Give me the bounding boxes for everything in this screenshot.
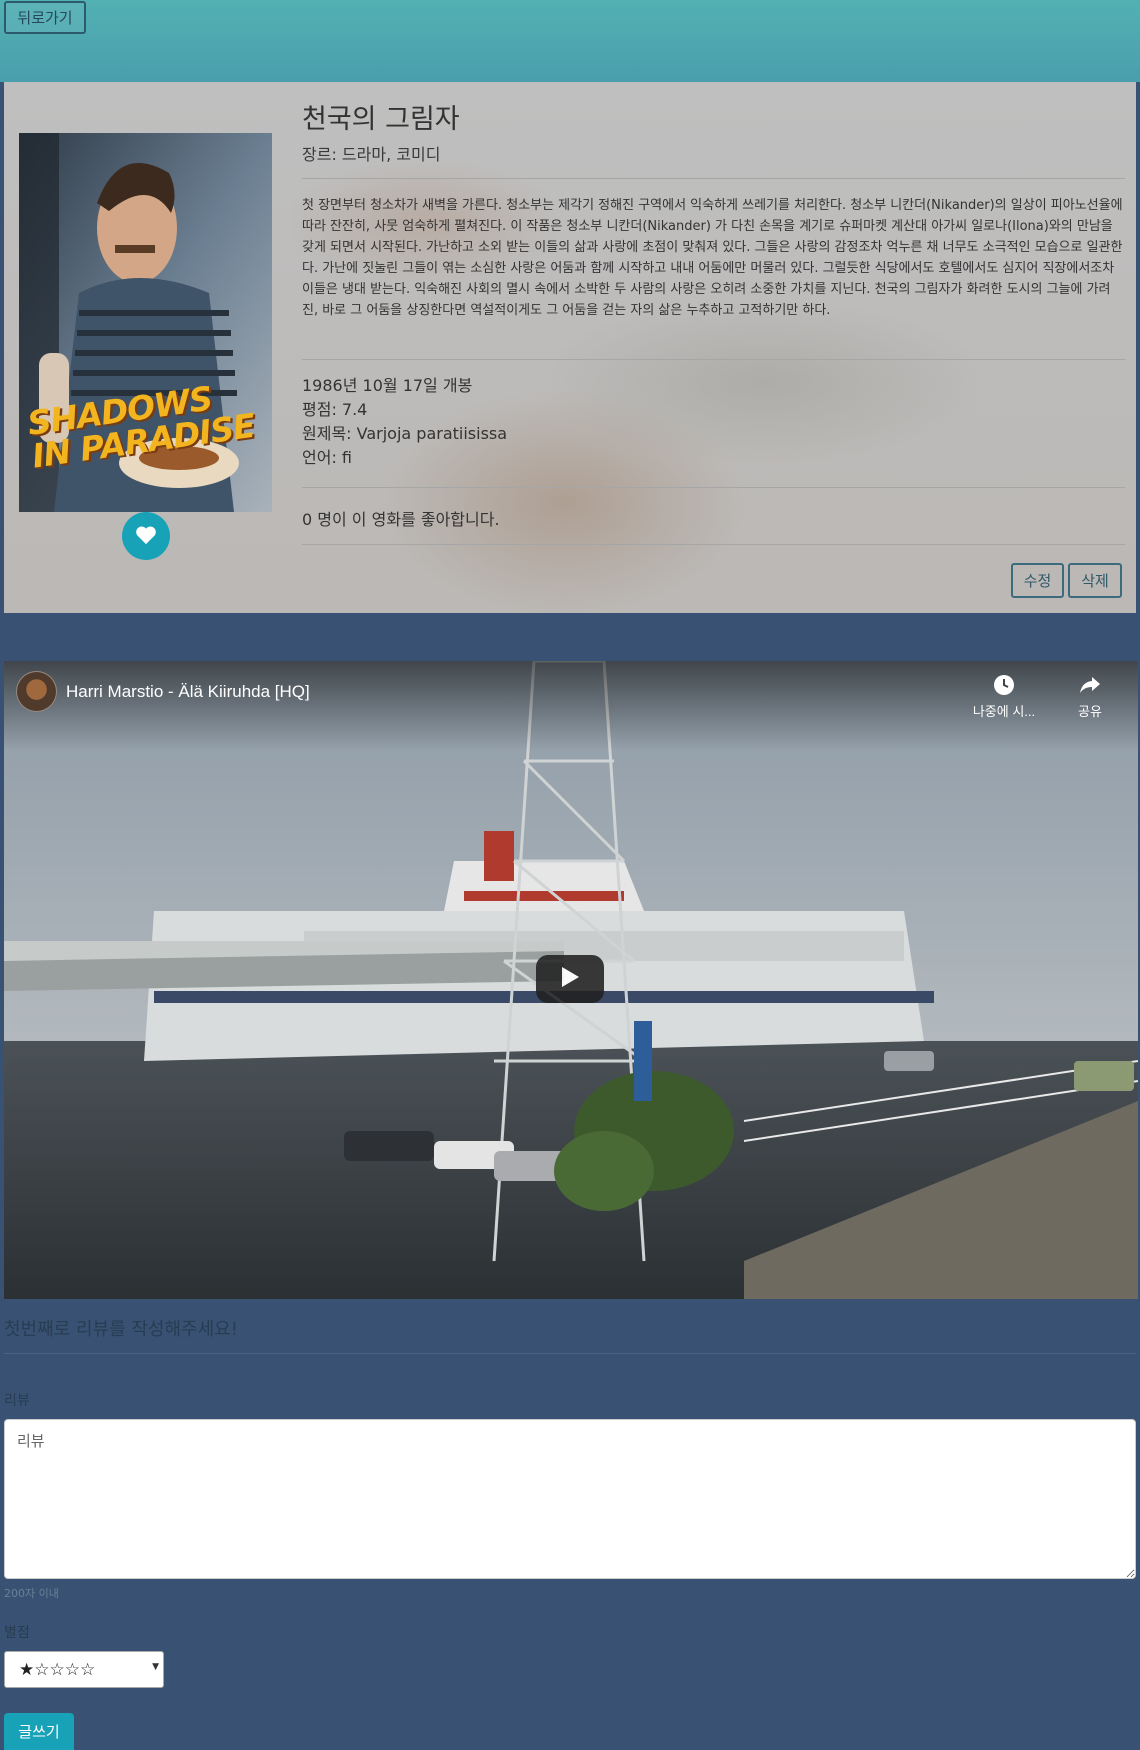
clock-icon [964, 673, 1044, 697]
rating-select[interactable]: ★☆☆☆☆ ▼ [4, 1651, 164, 1688]
rating-label: 별점 [4, 1625, 30, 1641]
review-length-hint: 200자 이내 [4, 1587, 59, 1600]
watch-later-label: 나중에 시... [972, 704, 1036, 719]
play-button[interactable] [536, 955, 604, 1003]
divider [4, 1353, 1136, 1354]
youtube-embed[interactable]: Harri Marstio - Älä Kiiruhda [HQ] 나중에 시.… [4, 661, 1138, 1299]
play-icon [560, 966, 580, 992]
heart-icon [135, 525, 157, 548]
divider [302, 178, 1125, 179]
header-band [0, 0, 1140, 82]
movie-genre: 장르: 드라마, 코미디 [302, 145, 441, 164]
video-title[interactable]: Harri Marstio - Älä Kiiruhda [HQ] [66, 682, 310, 702]
review-heading: 첫번째로 리뷰를 작성해주세요! [4, 1319, 238, 1340]
delete-button[interactable]: 삭제 [1068, 563, 1122, 598]
channel-avatar[interactable] [16, 671, 57, 712]
review-textarea[interactable] [4, 1419, 1136, 1579]
original-title: 원제목: Varjoja paratiisissa [302, 424, 508, 443]
movie-detail-card: SHADOWS IN PARADISE 천국의 그림자 장르: 드라마, 코미디… [4, 82, 1136, 613]
movie-facts: 1986년 10월 17일 개봉 평점: 7.4 원제목: Varjoja pa… [302, 374, 507, 470]
divider [302, 544, 1125, 545]
back-button[interactable]: 뒤로가기 [4, 1, 86, 34]
submit-review-button[interactable]: 글쓰기 [4, 1713, 74, 1750]
like-button[interactable] [122, 512, 170, 560]
watch-later-button[interactable]: 나중에 시... [964, 673, 1044, 720]
like-count: 0 명이 이 영화를 좋아합니다. [302, 510, 500, 529]
movie-title: 천국의 그림자 [302, 104, 460, 135]
release-date: 1986년 10월 17일 개봉 [302, 376, 473, 395]
caret-down-icon: ▼ [152, 1662, 159, 1672]
share-arrow-icon [1060, 673, 1120, 697]
movie-rating: 평점: 7.4 [302, 400, 368, 419]
movie-poster: SHADOWS IN PARADISE [19, 133, 272, 512]
divider [302, 359, 1125, 360]
review-label: 리뷰 [4, 1393, 30, 1409]
divider [302, 487, 1125, 488]
rating-select-value: ★☆☆☆☆ [19, 1659, 96, 1680]
movie-overview: 첫 장면부터 청소차가 새벽을 가른다. 청소부는 제각기 정해진 구역에서 익… [302, 198, 1123, 318]
share-label: 공유 [1078, 704, 1102, 719]
share-button[interactable]: 공유 [1060, 673, 1120, 720]
edit-button[interactable]: 수정 [1011, 563, 1064, 598]
movie-language: 언어: fi [302, 448, 352, 467]
